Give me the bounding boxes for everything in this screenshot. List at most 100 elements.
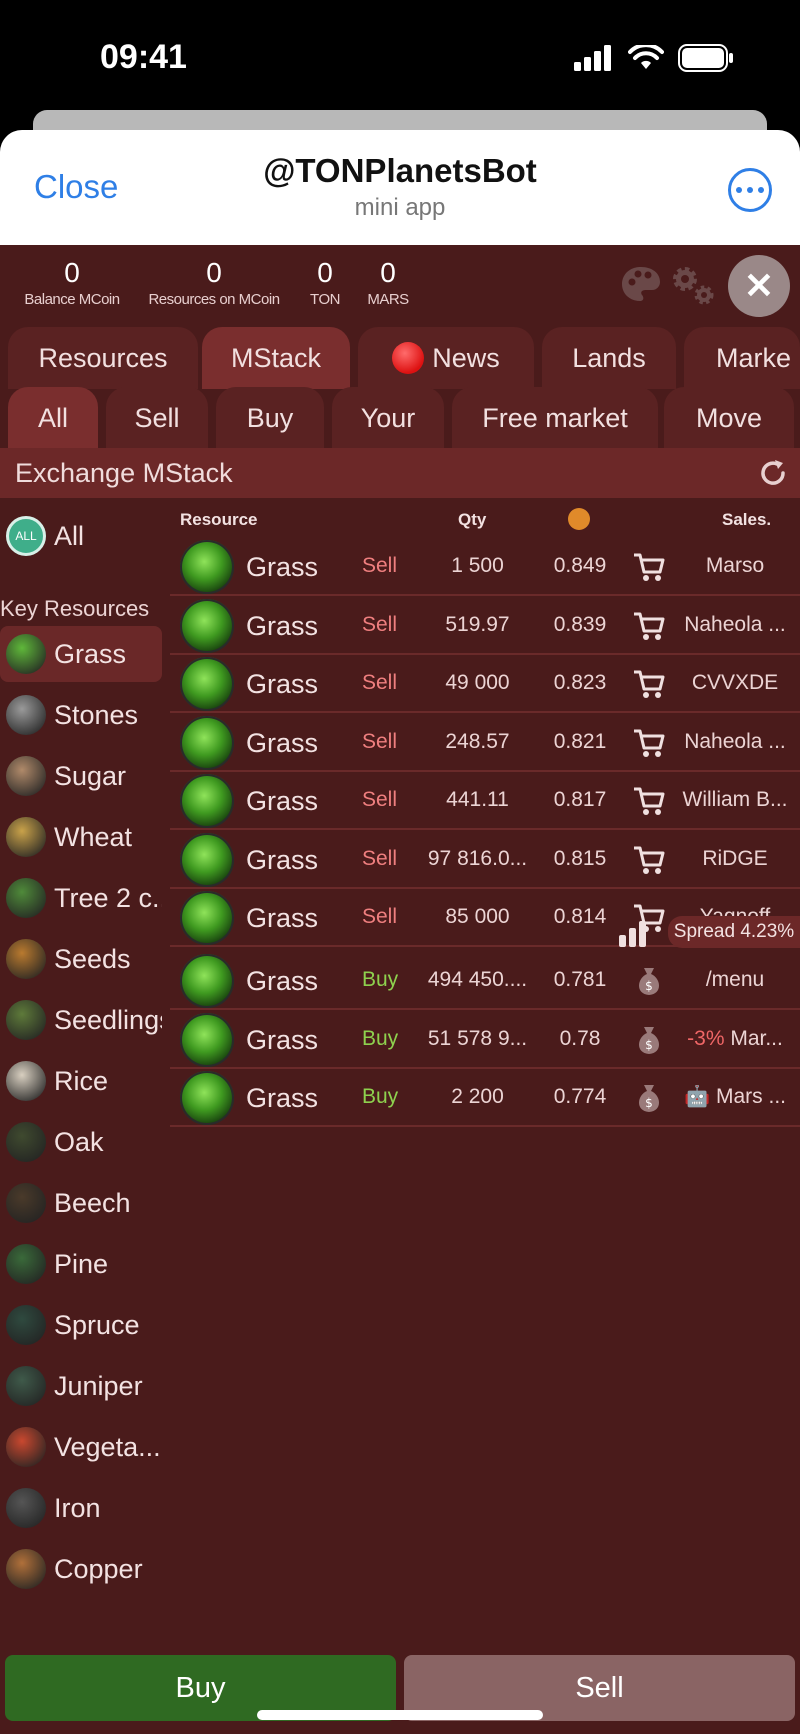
sidebar-item-resource[interactable]: Iron <box>0 1480 162 1536</box>
order-price: 0.78 <box>559 1026 601 1050</box>
order-qty: 519.97 <box>445 612 510 636</box>
resource-icon <box>6 756 46 796</box>
sidebar-item-label: Oak <box>54 1126 104 1157</box>
sidebar-item-all[interactable]: ALL All <box>0 508 162 564</box>
close-app-icon[interactable]: ✕ <box>728 255 790 317</box>
subtab-all[interactable]: All <box>8 387 98 449</box>
header-resource: Resource <box>180 510 258 529</box>
header-qty: Qty <box>458 510 487 529</box>
subtab-free-market[interactable]: Free market <box>452 387 658 449</box>
seller-name: William B... <box>675 788 795 812</box>
cart-icon[interactable] <box>632 843 666 877</box>
exchange-title: Exchange MStack <box>15 458 233 488</box>
tab-market[interactable]: Marke <box>684 327 800 389</box>
sidebar-item-resource[interactable]: Copper <box>0 1541 162 1597</box>
palette-icon[interactable] <box>620 265 662 303</box>
sidebar-item-resource[interactable]: Spruce <box>0 1297 162 1353</box>
sidebar-item-resource[interactable]: Beech <box>0 1175 162 1231</box>
seller-name: -3% Mar... <box>675 1027 795 1051</box>
exchange-header: Exchange MStack <box>0 448 800 498</box>
money-bag-icon[interactable]: $ <box>632 1023 666 1057</box>
cart-icon[interactable] <box>632 726 666 760</box>
resource-name: Grass <box>246 727 319 758</box>
balances-bar: 0 Balance MCoin 0 Resources on MCoin 0 T… <box>0 245 800 325</box>
sidebar-item-label: Iron <box>54 1492 101 1523</box>
resource-icon <box>6 1000 46 1040</box>
home-indicator <box>257 1710 543 1720</box>
settings-gear-icon[interactable] <box>668 263 718 309</box>
order-qty: 97 816.0... <box>427 846 528 870</box>
cart-icon[interactable] <box>632 784 666 818</box>
order-type: Buy <box>362 1026 399 1050</box>
sidebar-item-label: Pine <box>54 1248 109 1279</box>
all-resources-icon: ALL <box>6 516 46 556</box>
order-qty: 248.57 <box>445 729 510 753</box>
resource-icon <box>6 634 46 674</box>
spread-badge: Spread 4.23% <box>668 916 800 948</box>
tab-lands[interactable]: Lands <box>542 327 676 389</box>
balance-mcoin: 0 Balance MCoin <box>24 257 120 308</box>
table-row[interactable]: Grass Sell 1 500 0.849 Marso <box>170 538 800 596</box>
money-bag-icon[interactable]: $ <box>632 964 666 998</box>
resource-icon <box>6 817 46 857</box>
resource-icon <box>6 878 46 918</box>
seller-label: CVVXDE <box>691 671 779 694</box>
resource-icon <box>6 1427 46 1467</box>
resource-sidebar: ALL All Key Resources Grass Stones Sugar Wh… <box>0 498 165 1734</box>
sidebar-item-resource[interactable]: Grass <box>0 626 162 682</box>
sidebar-item-resource[interactable]: Pine <box>0 1236 162 1292</box>
order-price: 0.823 <box>553 671 607 694</box>
cart-icon[interactable] <box>632 550 666 584</box>
more-options-icon[interactable] <box>728 168 772 212</box>
sidebar-item-resource[interactable]: Juniper <box>0 1358 162 1414</box>
tab-news[interactable]: News <box>358 327 534 389</box>
order-qty: 1 500 <box>451 554 504 577</box>
mcoin-price-icon <box>568 508 590 530</box>
sidebar-item-resource[interactable]: Seeds <box>0 931 162 987</box>
sidebar-item-resource[interactable]: Wheat <box>0 809 162 865</box>
sidebar-item-resource[interactable]: Sugar <box>0 748 162 804</box>
sidebar-item-resource[interactable]: Oak <box>0 1114 162 1170</box>
grass-icon <box>180 715 234 770</box>
news-alert-icon <box>392 342 425 374</box>
table-row[interactable]: Grass Sell 97 816.0... 0.815 RiDGE <box>170 831 800 889</box>
cart-icon[interactable] <box>632 667 666 701</box>
table-row[interactable]: Grass Buy 51 578 9... 0.78 $ -3% Mar... <box>170 1011 800 1069</box>
status-icons <box>574 44 734 72</box>
sidebar-item-resource[interactable]: Rice <box>0 1053 162 1109</box>
resource-icon <box>6 939 46 979</box>
bot-title: @TONPlanetsBot <box>263 152 537 189</box>
resource-icon <box>6 695 46 735</box>
mini-app: 0 Balance MCoin 0 Resources on MCoin 0 T… <box>0 245 800 1734</box>
table-row[interactable]: Grass Sell 248.57 0.821 Naheola ... <box>170 714 800 772</box>
seller-label: RiDGE <box>702 846 768 870</box>
subtab-your[interactable]: Your <box>332 387 444 449</box>
subtab-buy[interactable]: Buy <box>216 387 324 449</box>
order-price: 0.774 <box>553 1085 607 1108</box>
table-row[interactable]: Grass Sell 519.97 0.839 Naheola ... <box>170 597 800 655</box>
subtab-move[interactable]: Move <box>664 387 794 449</box>
sidebar-item-resource[interactable]: Vegeta... <box>0 1419 162 1475</box>
table-row[interactable]: Grass Sell 49 000 0.823 CVVXDE <box>170 655 800 713</box>
table-header: Resource Qty Sales. <box>170 498 800 538</box>
order-price: 0.781 <box>553 968 607 991</box>
sidebar-item-label: Wheat <box>54 821 133 852</box>
money-bag-icon[interactable]: $ <box>632 1081 666 1115</box>
svg-text:$: $ <box>645 979 653 993</box>
main-tabs: Resources MStack News Lands Marke <box>0 327 800 389</box>
seller-label: Marso <box>705 554 765 577</box>
sidebar-item-resource[interactable]: Seedlings <box>0 992 162 1048</box>
spread-row: Spread 4.23% <box>170 916 800 950</box>
sidebar-item-resource[interactable]: Tree 2 c... <box>0 870 162 926</box>
table-row[interactable]: Grass Buy 494 450.... 0.781 $ /menu <box>170 952 800 1010</box>
sidebar-item-resource[interactable]: Stones <box>0 687 162 743</box>
table-row[interactable]: Grass Sell 441.11 0.817 William B... <box>170 772 800 830</box>
balance-ton: 0 TON <box>310 257 340 308</box>
subtab-sell[interactable]: Sell <box>106 387 208 449</box>
tab-mstack[interactable]: MStack <box>202 327 350 389</box>
tab-resources[interactable]: Resources <box>8 327 198 389</box>
resource-icon <box>6 1244 46 1284</box>
refresh-icon[interactable] <box>758 458 788 488</box>
cart-icon[interactable] <box>632 609 666 643</box>
table-row[interactable]: Grass Buy 2 200 0.774 $ 🤖 Mars ... <box>170 1069 800 1127</box>
